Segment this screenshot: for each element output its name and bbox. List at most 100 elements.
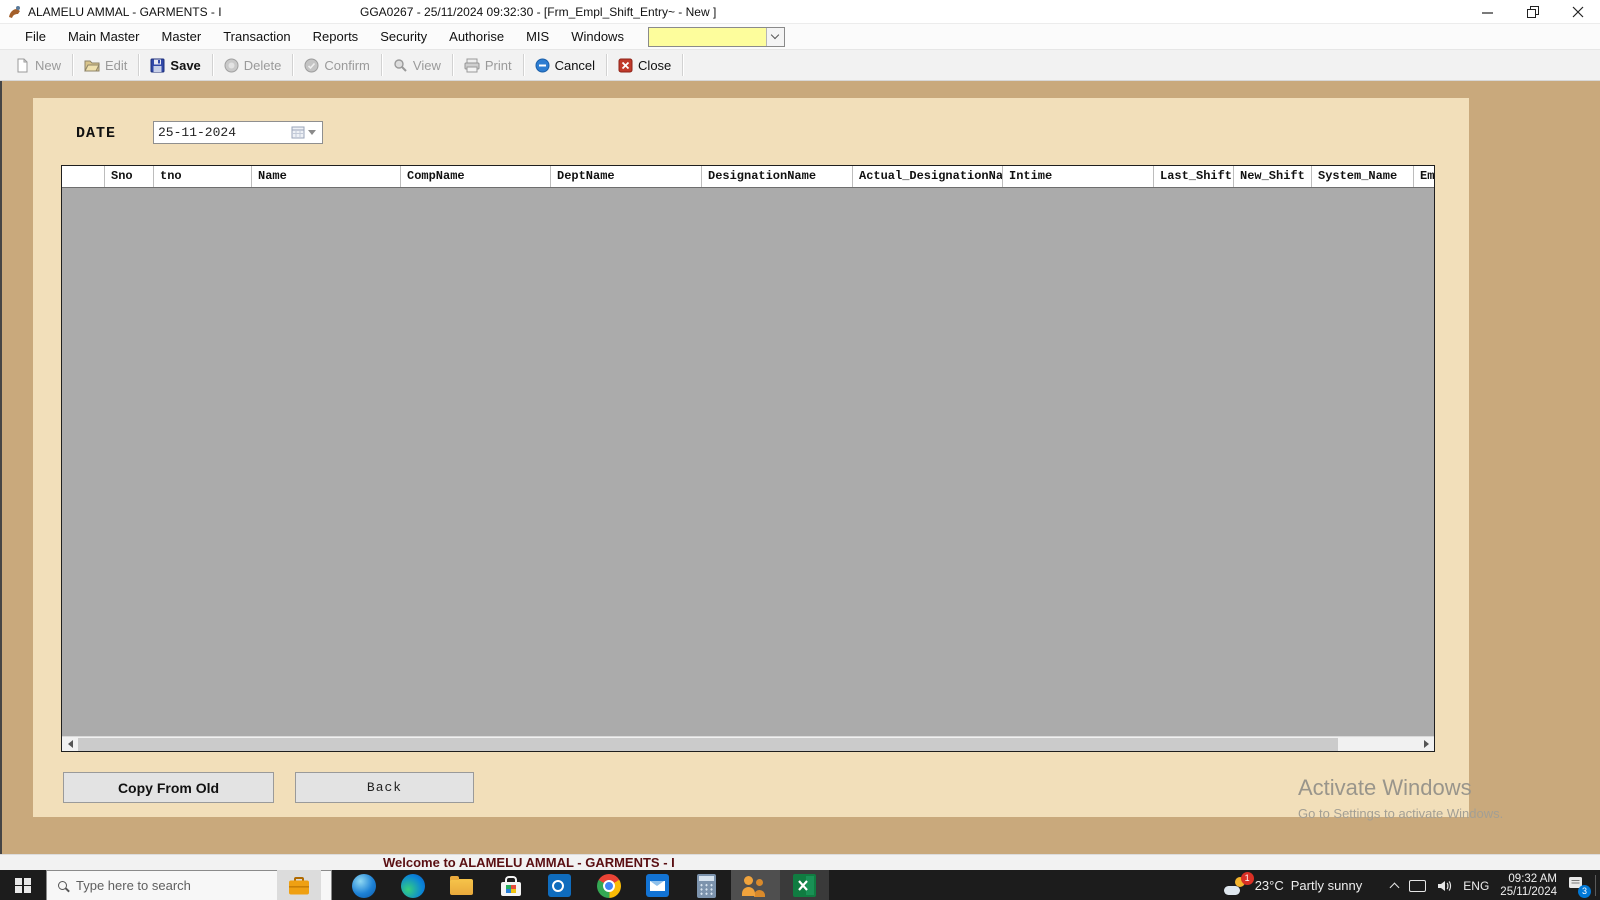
notification-center-button[interactable]: 3 (1568, 876, 1591, 898)
toolbar-separator (606, 54, 608, 76)
scrollbar-track[interactable] (78, 737, 1418, 752)
scroll-right-button[interactable] (1418, 737, 1434, 752)
print-button-label: Print (484, 57, 512, 73)
language-indicator[interactable]: ENG (1463, 879, 1489, 893)
menu-bar: File Main Master Master Transaction Repo… (0, 24, 1600, 50)
taskbar-app-excel-active[interactable] (780, 870, 829, 900)
toolbar-separator (292, 54, 294, 76)
status-bar: Welcome to ALAMELU AMMAL - GARMENTS - I (0, 854, 1600, 870)
weather-icon: 1 (1223, 871, 1254, 896)
arrow-right-icon (1423, 740, 1429, 748)
tray-overflow-chevron-icon[interactable] (1389, 882, 1400, 893)
scrollbar-thumb[interactable] (78, 737, 1338, 751)
scroll-left-button[interactable] (62, 737, 78, 752)
taskbar-clock[interactable]: 09:32 AM 25/11/2024 (1500, 873, 1557, 899)
speaker-icon[interactable] (1437, 879, 1452, 893)
mdi-workspace: DATE Sno tno Name CompName DeptName Desi… (0, 81, 1600, 854)
temperature-text: 23°C (1254, 878, 1284, 893)
print-button[interactable]: Print (455, 52, 521, 78)
search-input[interactable] (76, 878, 226, 893)
copy-from-old-button[interactable]: Copy From Old (63, 772, 274, 803)
cancel-button[interactable]: Cancel (526, 52, 604, 78)
grid-column-header-actual-designation: Actual_DesignationNa (853, 166, 1003, 187)
floppy-disk-icon (150, 58, 165, 72)
menu-item-master[interactable]: Master (150, 24, 212, 50)
grid-horizontal-scrollbar (62, 736, 1434, 751)
quick-search-combobox[interactable] (647, 26, 785, 47)
arrow-left-icon (67, 740, 73, 748)
toolbar-separator (72, 54, 74, 76)
taskbar-app-mail[interactable] (633, 870, 682, 900)
weather-widget[interactable]: 1 23°C Partly sunny (1223, 871, 1362, 896)
confirm-button[interactable]: Confirm (295, 52, 379, 78)
menu-item-windows[interactable]: Windows (560, 24, 635, 50)
printer-icon (464, 58, 480, 72)
minimize-button[interactable] (1465, 0, 1510, 24)
people-icon (742, 874, 769, 898)
close-form-button[interactable]: Close (609, 52, 680, 78)
edit-button-label: Edit (105, 57, 128, 73)
taskbar-app-briefcase[interactable] (277, 870, 321, 900)
window-title: ALAMELU AMMAL - GARMENTS - I (28, 4, 222, 19)
search-icon (58, 881, 67, 890)
toolbar-separator (451, 54, 453, 76)
delete-circle-icon (224, 58, 239, 72)
grid-column-header-sno: Sno (105, 166, 154, 187)
mail-icon (646, 874, 669, 897)
windows-taskbar: 1 23°C Partly sunny ENG 09:32 AM 25/11/2… (0, 870, 1600, 900)
windows-logo-icon (15, 877, 31, 894)
tablet-mode-icon[interactable] (1409, 879, 1427, 892)
taskbar-app-store[interactable] (486, 870, 535, 900)
notification-count-badge: 3 (1578, 885, 1591, 898)
calculator-icon (697, 873, 716, 898)
clock-date: 25/11/2024 (1500, 885, 1557, 898)
menu-item-transaction[interactable]: Transaction (212, 24, 301, 50)
taskbar-app-calculator[interactable] (682, 870, 731, 900)
weather-badge: 1 (1240, 871, 1254, 885)
close-button[interactable] (1555, 0, 1600, 24)
taskbar-app-file-explorer[interactable] (437, 870, 486, 900)
internet-globe-icon (351, 873, 376, 898)
menu-item-authorise[interactable]: Authorise (438, 24, 515, 50)
system-tray: 1 23°C Partly sunny ENG 09:32 AM 25/11/2… (1223, 870, 1594, 900)
shift-entry-form: DATE Sno tno Name CompName DeptName Desi… (33, 98, 1469, 817)
welcome-status-text: Welcome to ALAMELU AMMAL - GARMENTS - I (383, 855, 675, 870)
combobox-dropdown-button[interactable] (765, 27, 784, 46)
grid-column-header-system-name: System_Name (1312, 166, 1414, 187)
show-desktop-divider[interactable] (1595, 875, 1596, 896)
calendar-icon[interactable] (291, 126, 305, 139)
date-dropdown-arrow-icon[interactable] (308, 130, 316, 135)
view-button[interactable]: View (384, 52, 450, 78)
taskbar-app-internet-explorer[interactable] (339, 870, 388, 900)
new-button[interactable]: New (6, 52, 70, 78)
app-icon (9, 6, 20, 18)
menu-item-file[interactable]: File (14, 24, 57, 50)
taskbar-app-edge[interactable] (388, 870, 437, 900)
restore-button[interactable] (1510, 0, 1555, 24)
menu-item-mis[interactable]: MIS (515, 24, 560, 50)
grid-column-header-deptname: DeptName (551, 166, 702, 187)
menu-item-reports[interactable]: Reports (302, 24, 370, 50)
close-red-icon (618, 58, 633, 72)
menu-item-security[interactable]: Security (369, 24, 438, 50)
menu-item-main-master[interactable]: Main Master (57, 24, 151, 50)
start-button[interactable] (0, 870, 46, 900)
back-button[interactable]: Back (295, 772, 474, 803)
toolbar-separator (682, 54, 684, 76)
taskbar-app-people-active[interactable] (731, 870, 780, 900)
taskbar-app-chrome[interactable] (584, 870, 633, 900)
edit-button[interactable]: Edit (75, 52, 136, 78)
cancel-circle-icon (535, 58, 550, 72)
chevron-down-icon (771, 30, 780, 40)
save-button-label: Save (170, 57, 201, 73)
magnifier-icon (394, 58, 407, 72)
grid-body-empty[interactable] (62, 188, 1434, 736)
delete-button[interactable]: Delete (215, 52, 291, 78)
edge-browser-icon (400, 873, 425, 898)
date-picker[interactable] (153, 121, 323, 144)
taskbar-app-outlook[interactable] (535, 870, 584, 900)
close-icon (1572, 6, 1583, 18)
grid-column-header-last-shift: Last_Shift (1154, 166, 1234, 187)
date-input[interactable] (154, 125, 291, 140)
save-button[interactable]: Save (141, 52, 209, 78)
